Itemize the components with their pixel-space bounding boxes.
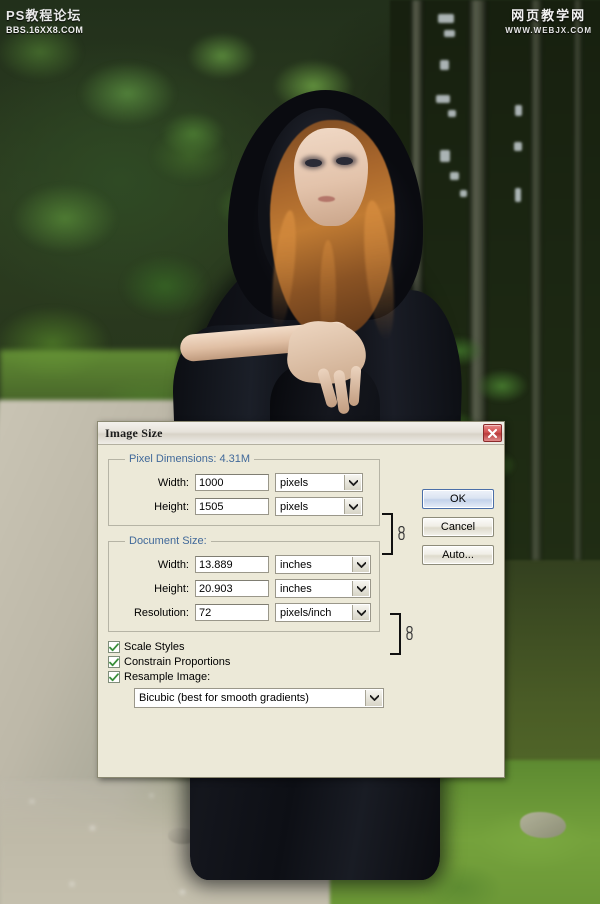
pixel-width-input[interactable] xyxy=(195,474,269,491)
scale-styles-label: Scale Styles xyxy=(124,641,185,653)
doc-width-row: Width: inches xyxy=(117,555,371,574)
resample-image-row[interactable]: Resample Image: xyxy=(108,671,494,683)
dialog-buttons: OK Cancel Auto... xyxy=(422,489,494,573)
resample-method-value: Bicubic (best for smooth gradients) xyxy=(139,692,309,704)
cancel-button[interactable]: Cancel xyxy=(422,517,494,537)
pixel-dimensions-legend: Pixel Dimensions: 4.31M xyxy=(129,453,251,465)
link-bracket xyxy=(382,513,393,555)
pixel-height-unit-select[interactable]: pixels xyxy=(275,497,363,516)
resample-image-checkbox[interactable] xyxy=(108,671,120,683)
pixel-width-row: Width: pixels xyxy=(117,473,371,492)
document-size-group: Document Size: Width: inches Height: inc… xyxy=(108,535,380,632)
options-group: Scale Styles Constrain Proportions Resam… xyxy=(108,641,494,708)
pixel-height-row: Height: pixels xyxy=(117,497,371,516)
document-size-legend: Document Size: xyxy=(129,535,207,547)
chevron-down-icon[interactable] xyxy=(352,581,369,596)
doc-width-label: Width: xyxy=(157,558,189,571)
pixel-link-indicator xyxy=(382,513,406,555)
pixel-width-unit-select[interactable]: pixels xyxy=(275,473,363,492)
doc-width-unit-select[interactable]: inches xyxy=(275,555,371,574)
doc-height-row: Height: inches xyxy=(117,579,371,598)
doc-resolution-unit-value: pixels/inch xyxy=(280,606,332,619)
chevron-down-icon[interactable] xyxy=(365,690,382,706)
doc-height-label: Height: xyxy=(154,582,189,595)
pixel-height-unit-value: pixels xyxy=(280,500,309,513)
doc-width-input[interactable] xyxy=(195,556,269,573)
pixel-width-unit-value: pixels xyxy=(280,476,309,489)
document-link-indicator xyxy=(390,613,414,655)
link-bracket xyxy=(390,613,401,655)
scale-styles-row[interactable]: Scale Styles xyxy=(108,641,494,653)
pixel-height-input[interactable] xyxy=(195,498,269,515)
resample-method-wrap: Bicubic (best for smooth gradients) xyxy=(134,688,494,708)
auto-button[interactable]: Auto... xyxy=(422,545,494,565)
dialog-title: Image Size xyxy=(105,425,163,440)
dialog-body: Pixel Dimensions: 4.31M Width: pixels He… xyxy=(98,445,504,708)
doc-resolution-unit-select[interactable]: pixels/inch xyxy=(275,603,371,622)
chain-link-icon xyxy=(405,625,414,643)
pixel-height-label: Height: xyxy=(154,500,189,513)
constrain-proportions-checkbox[interactable] xyxy=(108,656,120,668)
doc-resolution-row: Resolution: pixels/inch xyxy=(117,603,371,622)
doc-height-unit-value: inches xyxy=(280,582,312,595)
chevron-down-icon[interactable] xyxy=(344,499,361,514)
chevron-down-icon[interactable] xyxy=(352,605,369,620)
doc-width-unit-value: inches xyxy=(280,558,312,571)
doc-resolution-input[interactable] xyxy=(195,604,269,621)
constrain-proportions-row[interactable]: Constrain Proportions xyxy=(108,656,494,668)
doc-height-input[interactable] xyxy=(195,580,269,597)
ok-button[interactable]: OK xyxy=(422,489,494,509)
constrain-proportions-label: Constrain Proportions xyxy=(124,656,231,668)
close-icon[interactable] xyxy=(483,424,502,442)
scale-styles-checkbox[interactable] xyxy=(108,641,120,653)
doc-height-unit-select[interactable]: inches xyxy=(275,579,371,598)
pixel-width-label: Width: xyxy=(157,476,189,489)
pixel-dimensions-group: Pixel Dimensions: 4.31M Width: pixels He… xyxy=(108,453,380,526)
image-size-dialog: Image Size Pixel Dimensions: 4.31M Width… xyxy=(97,421,505,778)
chain-link-icon xyxy=(397,525,406,543)
chevron-down-icon[interactable] xyxy=(352,557,369,572)
doc-resolution-label: Resolution: xyxy=(133,606,189,619)
dialog-titlebar[interactable]: Image Size xyxy=(98,422,504,445)
chevron-down-icon[interactable] xyxy=(344,475,361,490)
resample-image-label: Resample Image: xyxy=(124,671,211,683)
resample-method-select[interactable]: Bicubic (best for smooth gradients) xyxy=(134,688,384,708)
